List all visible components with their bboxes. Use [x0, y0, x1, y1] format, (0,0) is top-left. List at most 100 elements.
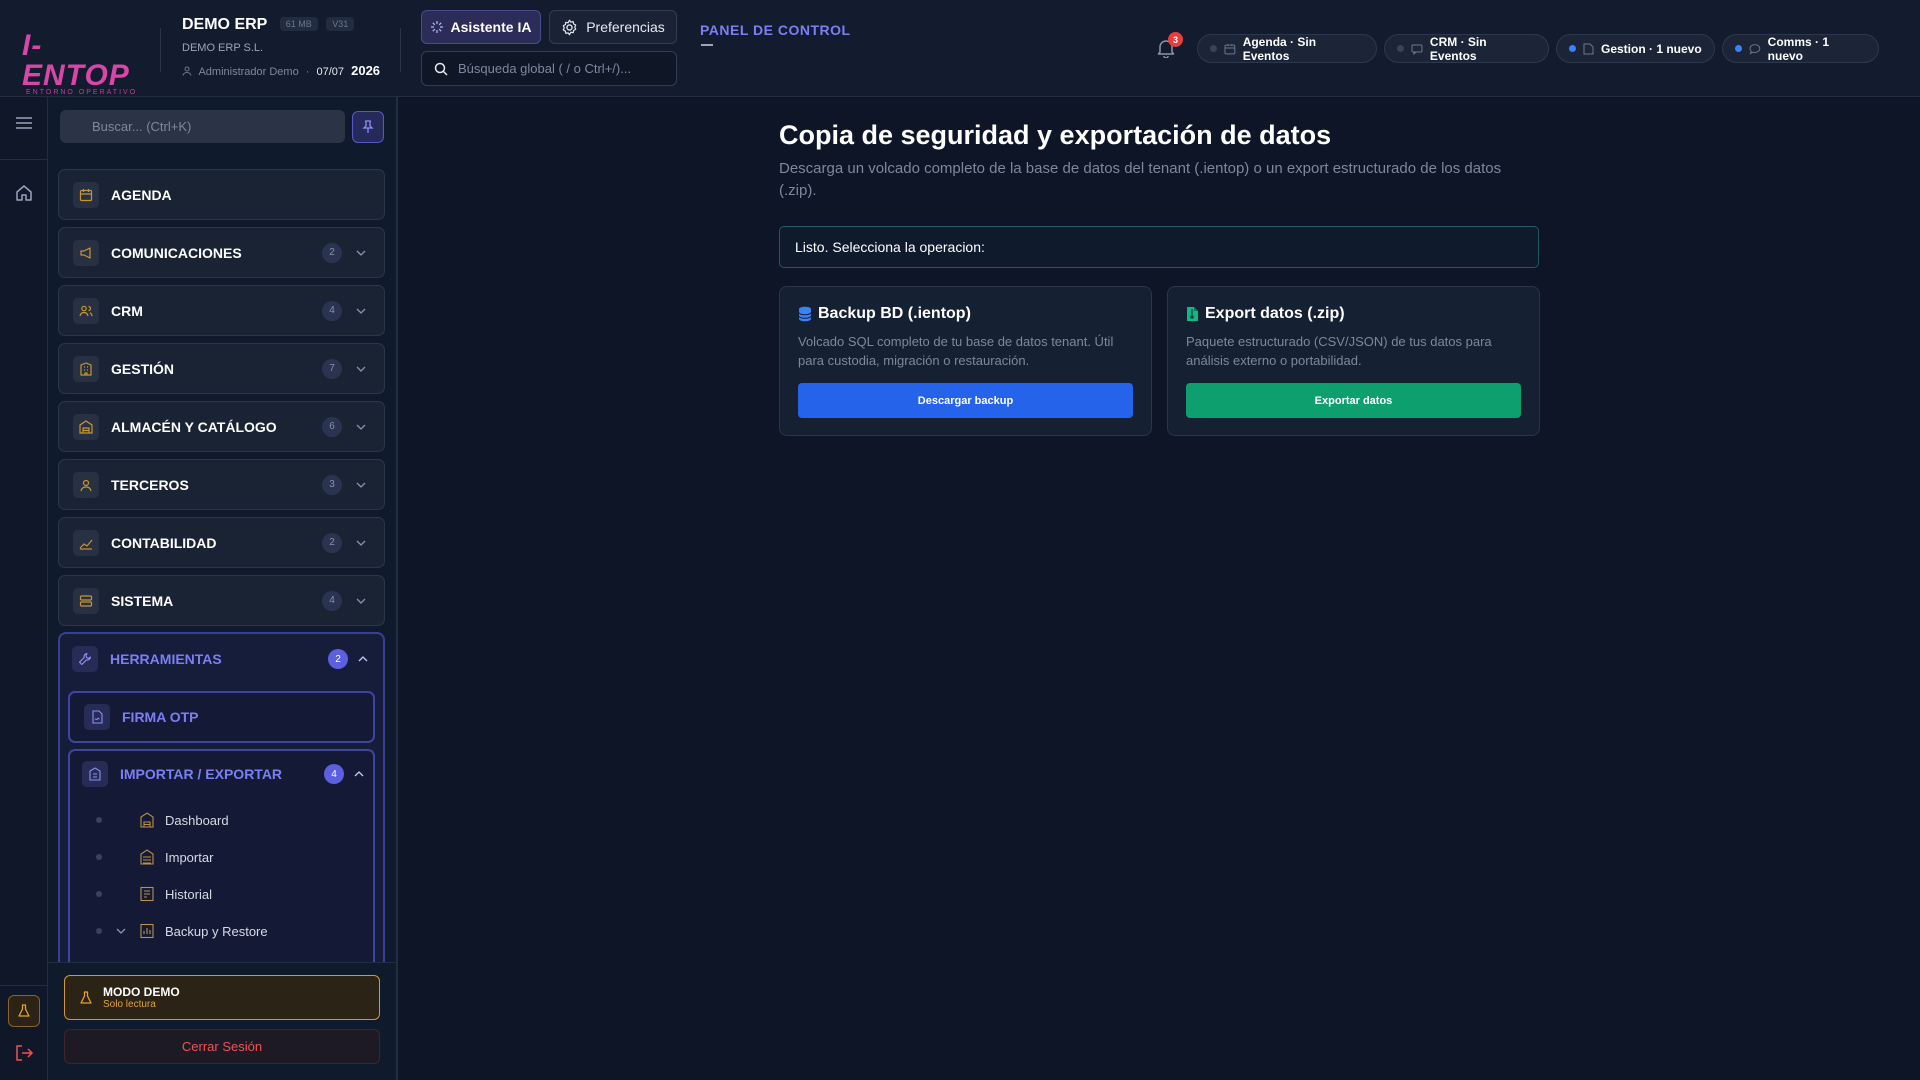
- herramientas-label: HERRAMIENTAS: [110, 651, 222, 667]
- leaf-item-historial[interactable]: Historial: [96, 881, 356, 907]
- leaf-item-importar[interactable]: Importar: [96, 844, 356, 870]
- megaphone-icon: [73, 239, 99, 266]
- demo-mode-banner[interactable]: MODO DEMO Solo lectura: [64, 975, 380, 1020]
- chevron-down-icon: [352, 598, 370, 604]
- ai-assistant-label: Asistente IA: [450, 19, 532, 35]
- panel-title-underline: [701, 44, 713, 46]
- rail-divider: [0, 159, 48, 160]
- global-search-input[interactable]: Búsqueda global ( / o Ctrl+/)...: [421, 51, 677, 86]
- rail-divider: [0, 985, 48, 986]
- export-card-title-row: Export datos (.zip): [1186, 305, 1521, 323]
- sidebar-item-sistema[interactable]: SISTEMA 4: [58, 575, 385, 626]
- app-logo[interactable]: I-ENTOP ENTORNO OPERATIVO: [22, 31, 142, 97]
- download-backup-button[interactable]: Descargar backup: [798, 383, 1133, 418]
- sidebar-group-importar-exportar: IMPORTAR / EXPORTAR 4 Dashboard Importar…: [68, 749, 375, 989]
- hamburger-menu-button[interactable]: [14, 115, 34, 131]
- export-data-button[interactable]: Exportar datos: [1186, 383, 1521, 418]
- database-icon: [798, 306, 812, 322]
- hamburger-icon: [16, 117, 32, 129]
- sidebar-item-count: 2: [322, 532, 342, 553]
- sidebar-search-input[interactable]: Buscar... (Ctrl+K): [60, 110, 345, 143]
- pin-icon: [362, 120, 374, 133]
- search-icon: [434, 62, 448, 76]
- sidebar-item-contabilidad[interactable]: CONTABILIDAD 2: [58, 517, 385, 568]
- notifications-button[interactable]: 3: [1157, 32, 1183, 60]
- status-message: Listo. Selecciona la operacion:: [779, 226, 1539, 268]
- importar-exportar-header[interactable]: IMPORTAR / EXPORTAR 4: [82, 759, 372, 789]
- bullet-dot: [96, 891, 102, 897]
- message-icon: [1749, 43, 1761, 54]
- status-pill-gestion[interactable]: Gestion · 1 nuevo: [1556, 34, 1715, 63]
- ai-assistant-button[interactable]: Asistente IA: [421, 10, 541, 44]
- user-icon: [182, 66, 192, 76]
- flask-icon: [18, 1004, 30, 1017]
- panel-title[interactable]: PANEL DE CONTROL: [700, 22, 851, 38]
- calendar-icon: [1224, 43, 1236, 54]
- backup-icon: [140, 923, 154, 939]
- logout-button[interactable]: Cerrar Sesión: [64, 1029, 380, 1064]
- users-icon: [73, 297, 99, 324]
- sidebar-footer: MODO DEMO Solo lectura Cerrar Sesión: [48, 962, 396, 1080]
- preferences-label: Preferencias: [586, 19, 665, 35]
- preferences-button[interactable]: Preferencias: [549, 10, 677, 44]
- user-line: Administrador Demo · 07/07 2026: [182, 63, 380, 78]
- building-icon: [73, 355, 99, 382]
- header-divider: [400, 28, 401, 72]
- home-button[interactable]: [14, 183, 34, 203]
- company-info: DEMO ERP 61 MB V31 DEMO ERP S.L. Adminis…: [182, 16, 380, 78]
- status-dot: [1569, 45, 1576, 52]
- page-description: Descarga un volcado completo de la base …: [779, 160, 1502, 199]
- status-dot: [1735, 45, 1742, 52]
- sidebar-item-count: 6: [322, 416, 342, 437]
- leaf-label: Dashboard: [165, 812, 229, 828]
- leaf-item-backup-restore[interactable]: Backup y Restore: [96, 918, 356, 944]
- size-badge: 61 MB: [279, 17, 318, 31]
- sidebar-item-label: CRM: [111, 302, 143, 319]
- firma-otp-label: FIRMA OTP: [122, 709, 199, 725]
- sidebar-item-gestion[interactable]: GESTIÓN 7: [58, 343, 385, 394]
- chevron-up-icon: [350, 771, 368, 777]
- backup-card-title: Backup BD (.ientop): [818, 305, 971, 322]
- logout-rail-button[interactable]: [14, 1043, 34, 1063]
- status-pill-agenda[interactable]: Agenda · Sin Eventos: [1197, 34, 1377, 63]
- sparkle-icon: [430, 21, 443, 33]
- backup-card: Backup BD (.ientop) Volcado SQL completo…: [779, 286, 1152, 436]
- document-icon: [1583, 43, 1594, 54]
- sidebar-item-label: SISTEMA: [111, 592, 174, 609]
- sidebar-item-comunicaciones[interactable]: COMUNICACIONES 2: [58, 227, 385, 278]
- company-name: DEMO ERP: [182, 16, 268, 33]
- global-search-placeholder: Búsqueda global ( / o Ctrl+/)...: [458, 61, 632, 76]
- home-icon: [16, 185, 32, 201]
- chevron-down-icon: [352, 540, 370, 546]
- leaf-item-dashboard[interactable]: Dashboard: [96, 807, 356, 833]
- status-dot: [1397, 45, 1404, 52]
- chevron-up-icon: [354, 656, 372, 662]
- server-icon: [73, 587, 99, 614]
- chat-icon: [1411, 44, 1423, 55]
- sidebar-item-almacen[interactable]: ALMACÉN Y CATÁLOGO 6: [58, 401, 385, 452]
- demo-mode-subtitle: Solo lectura: [103, 999, 156, 1010]
- sidebar-item-label: ALMACÉN Y CATÁLOGO: [111, 418, 277, 435]
- sidebar: Buscar... (Ctrl+K) AGENDA COMUNICACIONES…: [48, 97, 398, 1080]
- status-pill-crm[interactable]: CRM · Sin Eventos: [1384, 34, 1549, 63]
- chevron-down-icon: [352, 424, 370, 430]
- herramientas-header[interactable]: HERRAMIENTAS 2: [72, 644, 372, 674]
- leaf-label: Backup y Restore: [165, 923, 268, 939]
- sidebar-item-label: GESTIÓN: [111, 360, 175, 377]
- user-name: Administrador Demo: [198, 66, 299, 78]
- sidebar-item-agenda[interactable]: AGENDA: [58, 169, 385, 220]
- dashboard-icon: [140, 812, 154, 828]
- logout-icon: [16, 1045, 34, 1061]
- current-date: 07/07: [316, 66, 345, 78]
- sidebar-item-terceros[interactable]: TERCEROS 3: [58, 459, 385, 510]
- top-header: I-ENTOP ENTORNO OPERATIVO DEMO ERP 61 MB…: [0, 0, 1920, 97]
- bullet-dot: [96, 817, 102, 823]
- sidebar-item-crm[interactable]: CRM 4: [58, 285, 385, 336]
- bullet-dot: [96, 854, 102, 860]
- notification-badge: 3: [1168, 32, 1183, 47]
- sidebar-item-firma-otp[interactable]: FIRMA OTP: [68, 691, 375, 743]
- leaf-label: Historial: [165, 886, 212, 902]
- status-pill-comms[interactable]: Comms · 1 nuevo: [1722, 34, 1879, 63]
- demo-mode-button[interactable]: [8, 995, 40, 1027]
- pin-button[interactable]: [352, 111, 384, 143]
